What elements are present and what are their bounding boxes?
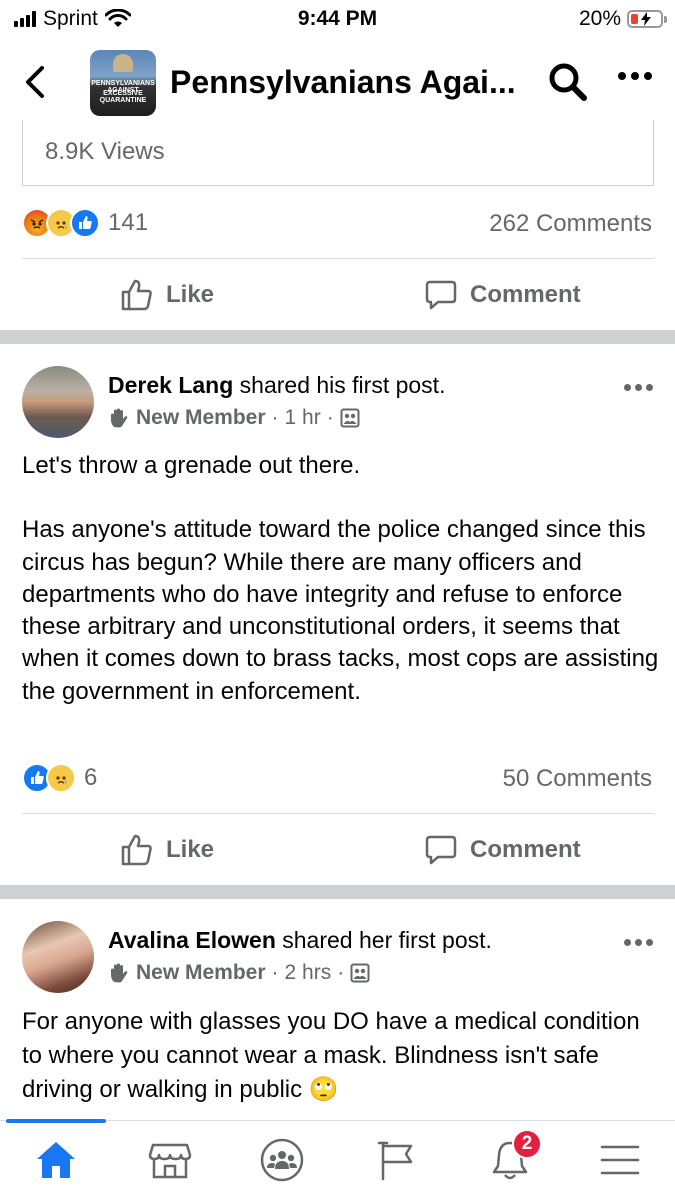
like-reaction-icon <box>70 208 100 238</box>
post-time[interactable]: 1 hr <box>285 406 321 430</box>
author-name[interactable]: Derek Lang <box>108 372 233 398</box>
clock: 9:44 PM <box>297 7 378 30</box>
menu-icon <box>600 1145 640 1175</box>
nav-pages[interactable] <box>370 1135 422 1185</box>
reaction-summary[interactable]: 6 <box>22 763 97 793</box>
home-icon <box>37 1142 75 1178</box>
meta-dot: · <box>337 961 345 984</box>
reaction-summary[interactable]: 141 <box>22 208 148 238</box>
divider <box>22 813 654 814</box>
comment-icon <box>425 835 457 865</box>
comment-button[interactable]: Comment <box>424 278 581 312</box>
reaction-count: 6 <box>84 764 98 791</box>
notification-badge: 2 <box>512 1129 542 1159</box>
post-author-line: Derek Lang shared his first post. <box>108 372 445 399</box>
post-action-text: shared his first post. <box>233 372 446 398</box>
group-audience-icon <box>350 963 370 983</box>
meta-dot: · <box>271 961 279 984</box>
group-header: PENNSYLVANIANS AGAINST EXCESSIVE QUARANT… <box>0 40 675 128</box>
post-meta: New Member · 2 hrs · <box>108 961 370 985</box>
like-icon <box>121 834 152 866</box>
post-options-icon[interactable] <box>624 384 653 391</box>
battery-icon <box>627 10 667 28</box>
reaction-count: 141 <box>108 209 149 236</box>
wave-hand-icon <box>111 408 128 428</box>
bottom-nav: 2 <box>0 1119 675 1200</box>
member-badge: New Member <box>136 406 266 429</box>
more-options-icon[interactable] <box>618 72 652 80</box>
group-audience-icon <box>340 408 360 428</box>
post-time[interactable]: 2 hrs <box>285 961 332 985</box>
author-name[interactable]: Avalina Elowen <box>108 927 276 953</box>
status-right: 20% <box>578 7 667 31</box>
avatar[interactable] <box>22 921 94 993</box>
marketplace-icon <box>148 1143 192 1179</box>
nav-menu[interactable] <box>594 1135 646 1185</box>
post-body: Let's throw a grenade out there. Has any… <box>22 450 662 708</box>
post-paragraph: For anyone with glasses you DO have a me… <box>22 1008 640 1103</box>
search-icon[interactable] <box>546 60 590 104</box>
active-tab-indicator <box>6 1119 106 1123</box>
comment-label: Comment <box>470 836 581 863</box>
post-separator <box>0 885 675 899</box>
post-options-icon[interactable] <box>624 939 653 946</box>
post-author-line: Avalina Elowen shared her first post. <box>108 927 492 954</box>
post-meta: New Member · 1 hr · <box>108 406 360 430</box>
divider <box>22 258 654 259</box>
post-separator <box>0 330 675 344</box>
meta-dot: · <box>326 406 334 429</box>
pages-flag-icon <box>377 1141 413 1181</box>
post-paragraph: Has anyone's attitude toward the police … <box>22 516 659 705</box>
comment-label: Comment <box>470 281 581 308</box>
sad-reaction-icon <box>46 763 76 793</box>
status-bar: Sprint 9:44 PM 20% <box>0 0 675 40</box>
like-button[interactable]: Like <box>120 278 214 312</box>
meta-dot: · <box>271 406 279 429</box>
post-action-text: shared her first post. <box>275 927 492 953</box>
like-icon <box>121 279 152 311</box>
post-paragraph: Let's throw a grenade out there. <box>22 452 361 479</box>
back-icon[interactable] <box>20 62 50 102</box>
comments-count[interactable]: 50 Comments <box>503 765 652 793</box>
comment-icon <box>425 280 457 310</box>
comment-button[interactable]: Comment <box>424 833 581 867</box>
like-label: Like <box>166 836 215 863</box>
video-views-box: 8.9K Views <box>22 120 654 186</box>
nav-marketplace[interactable] <box>144 1135 196 1185</box>
battery-percent: 20% <box>578 7 621 30</box>
groups-icon <box>260 1138 304 1182</box>
nav-groups[interactable] <box>256 1135 308 1185</box>
comments-count[interactable]: 262 Comments <box>489 210 652 238</box>
group-title[interactable]: Pennsylvanians Agai... <box>170 64 516 101</box>
nav-notifications[interactable]: 2 <box>484 1129 542 1185</box>
post-body: For anyone with glasses you DO have a me… <box>22 1005 662 1107</box>
group-avatar[interactable]: PENNSYLVANIANS AGAINST EXCESSIVE QUARANT… <box>90 50 156 116</box>
group-avatar-text-2: EXCESSIVE QUARANTINE <box>99 90 147 104</box>
views-count: 8.9K Views <box>45 138 165 165</box>
like-label: Like <box>166 281 215 308</box>
nav-home[interactable] <box>30 1135 82 1185</box>
avatar[interactable] <box>22 366 94 438</box>
wave-hand-icon <box>111 963 128 983</box>
like-button[interactable]: Like <box>120 833 214 867</box>
member-badge: New Member <box>136 961 266 984</box>
